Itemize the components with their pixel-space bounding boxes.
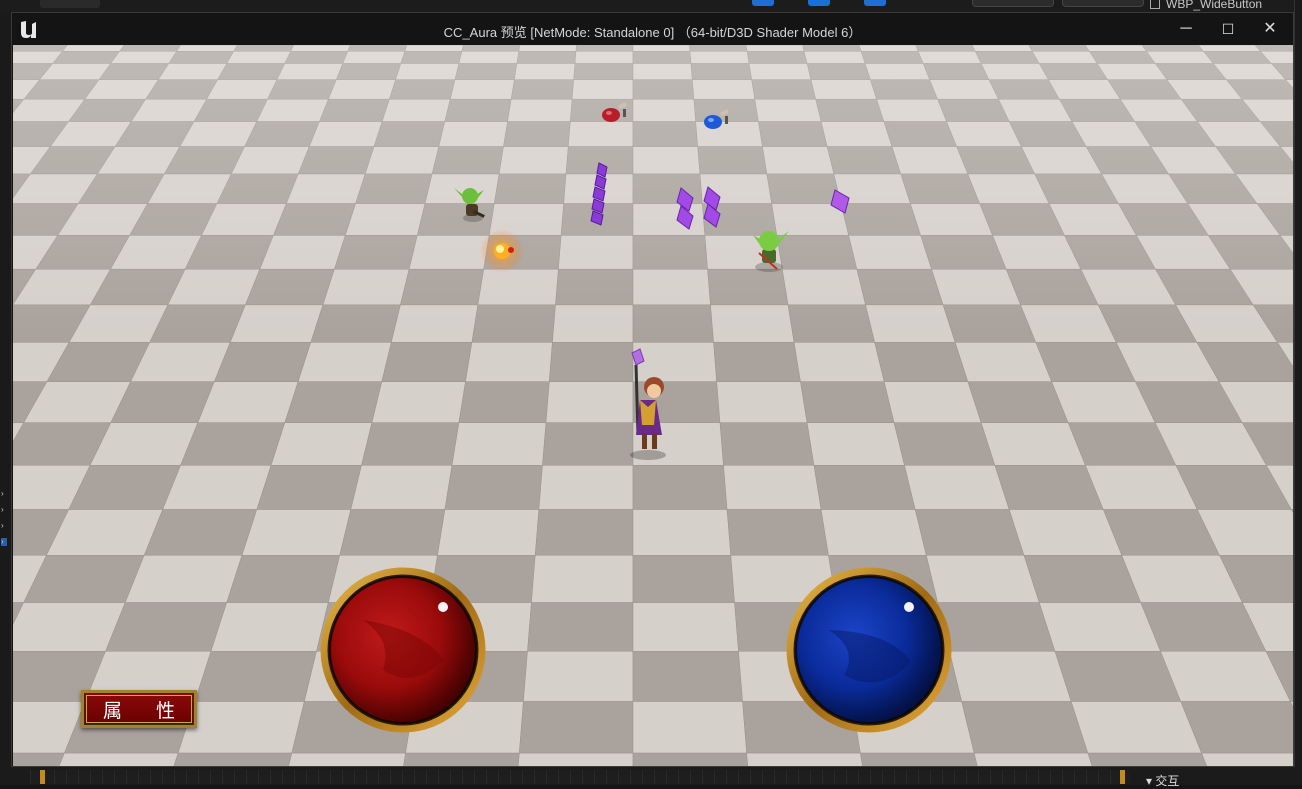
mana-globe bbox=[786, 567, 952, 733]
timeline-start-marker[interactable] bbox=[40, 770, 45, 784]
window-title: CC_Aura 预览 [NetMode: Standalone 0] （64-b… bbox=[443, 25, 862, 40]
game-viewport[interactable]: 属 性 bbox=[13, 45, 1293, 766]
expand-arrow-icon[interactable]: › bbox=[1, 490, 7, 498]
expand-arrow-icon[interactable]: › bbox=[1, 522, 7, 530]
attributes-button[interactable]: 属 性 bbox=[81, 690, 197, 728]
expand-arrow-icon[interactable]: › bbox=[1, 538, 7, 546]
editor-toolbar-button[interactable] bbox=[752, 0, 774, 6]
editor-toolbar-button[interactable] bbox=[808, 0, 830, 6]
fire-effect bbox=[480, 229, 524, 273]
interaction-section-label[interactable]: ▾ 交互 bbox=[1146, 772, 1179, 789]
minimize-button[interactable]: ─ bbox=[1167, 17, 1205, 41]
health-globe bbox=[320, 567, 486, 733]
editor-right-panel bbox=[1294, 0, 1302, 785]
timeline-end-marker[interactable] bbox=[1120, 770, 1125, 784]
timeline-ruler[interactable] bbox=[30, 770, 1130, 784]
editor-timeline-bar: ▾ 交互 bbox=[0, 767, 1302, 788]
editor-left-panel: › › › › bbox=[0, 12, 11, 785]
grid-icon bbox=[1150, 0, 1160, 9]
editor-tab[interactable] bbox=[40, 0, 100, 8]
close-button[interactable]: ✕ bbox=[1251, 17, 1289, 41]
preview-window: CC_Aura 预览 [NetMode: Standalone 0] （64-b… bbox=[11, 12, 1294, 767]
editor-top-toolbar: WBP_WideButton bbox=[0, 0, 1302, 12]
details-widget-label[interactable]: WBP_WideButton bbox=[1150, 0, 1262, 11]
game-scene bbox=[13, 45, 1293, 766]
editor-toolbar-button[interactable] bbox=[864, 0, 886, 6]
expand-arrow-icon[interactable]: › bbox=[1, 506, 7, 514]
window-titlebar[interactable]: CC_Aura 预览 [NetMode: Standalone 0] （64-b… bbox=[12, 13, 1293, 45]
editor-toolbar-pill[interactable] bbox=[1062, 0, 1144, 7]
editor-toolbar-pill[interactable] bbox=[972, 0, 1054, 7]
maximize-button[interactable]: ☐ bbox=[1209, 17, 1247, 41]
